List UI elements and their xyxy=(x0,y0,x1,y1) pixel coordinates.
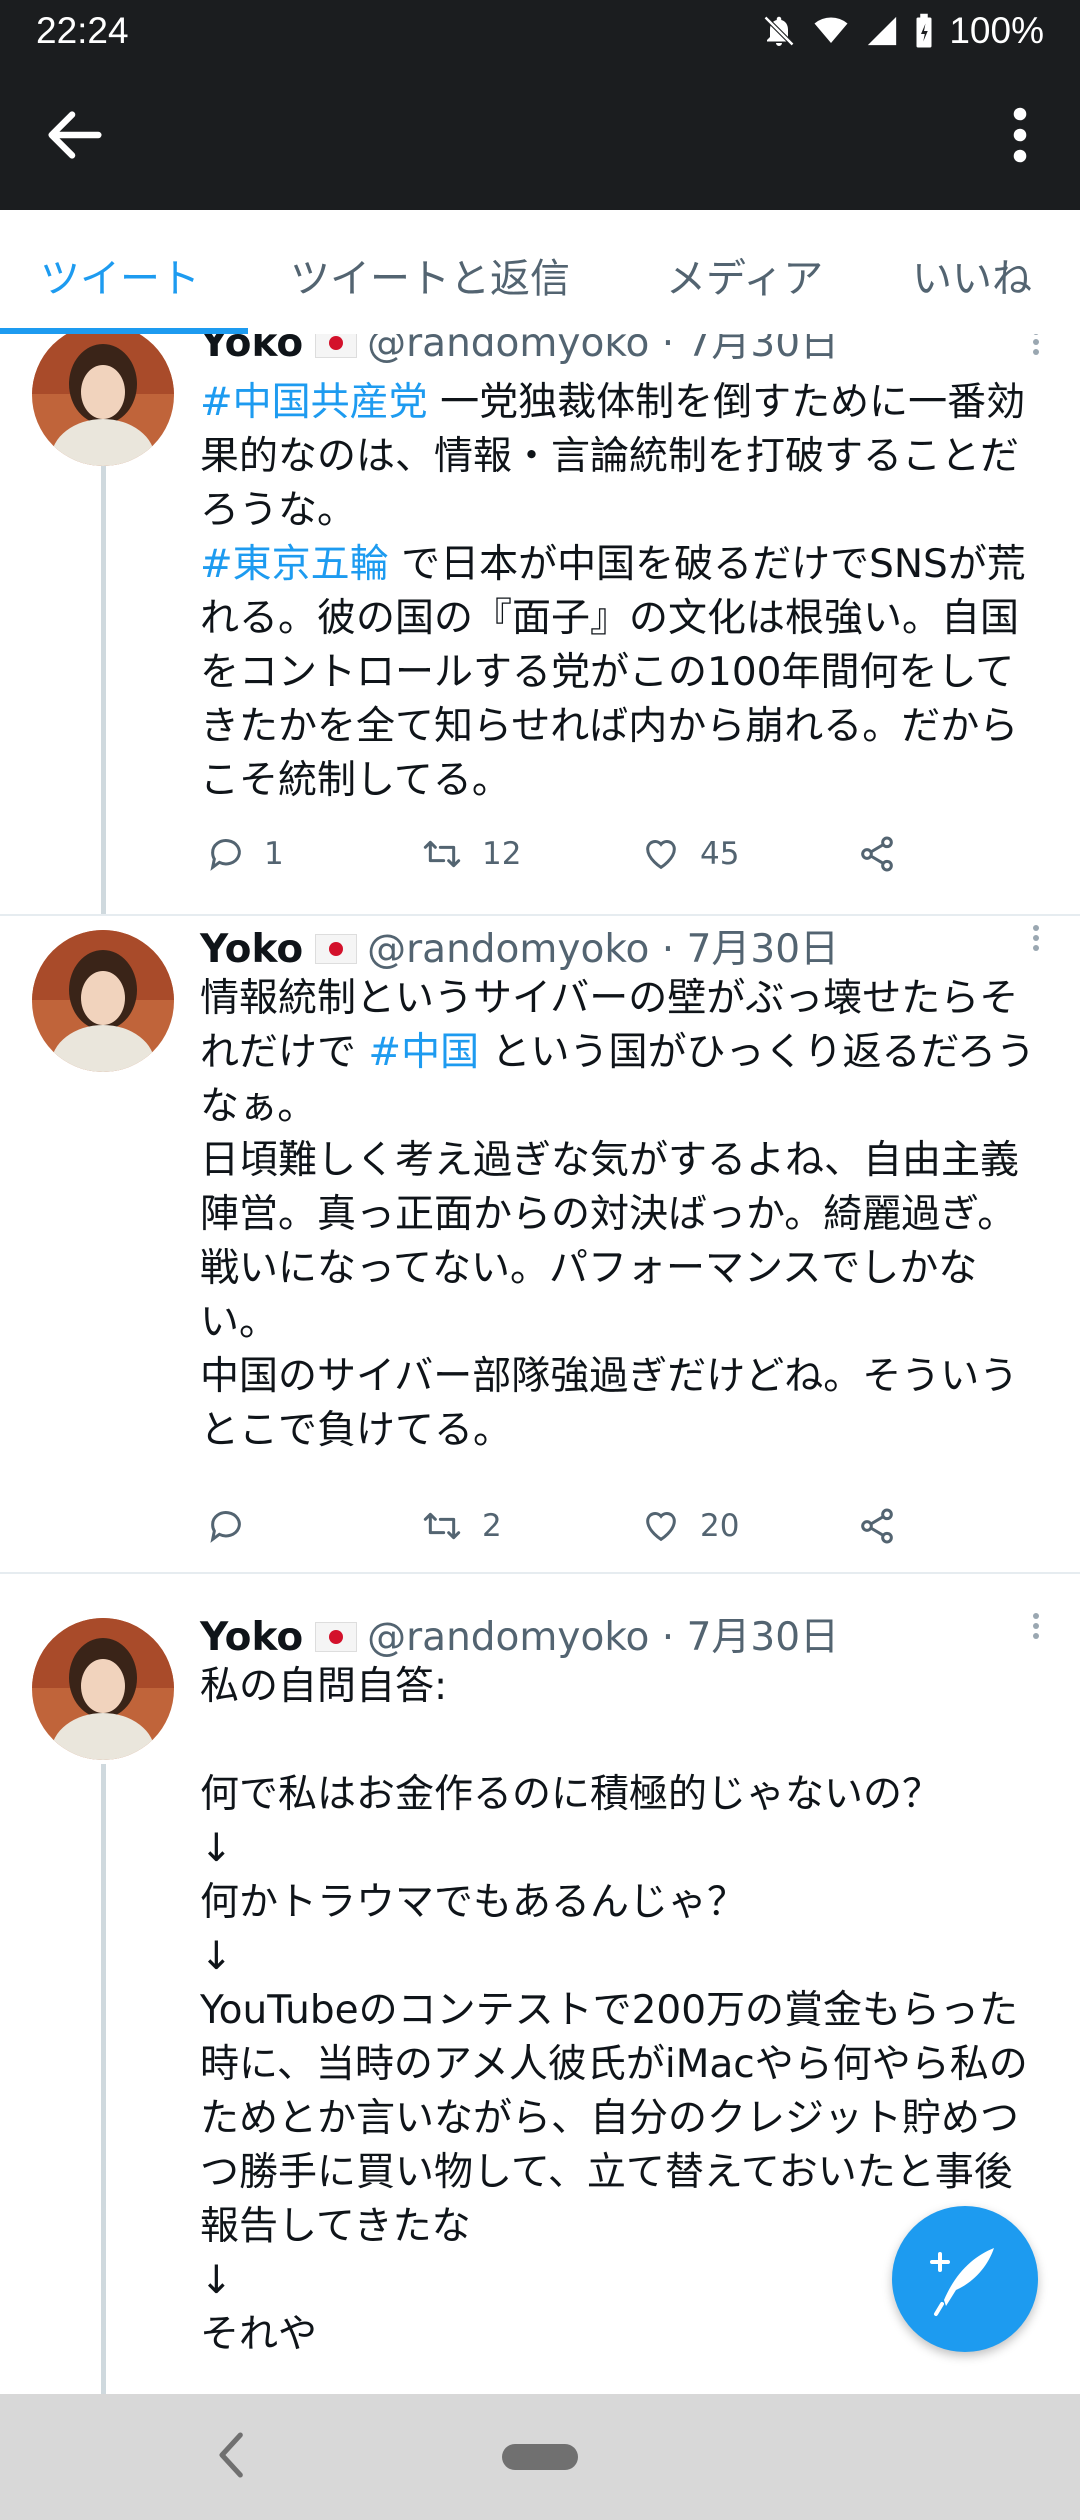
divider xyxy=(0,914,1080,916)
avatar[interactable] xyxy=(32,334,174,466)
reply-button[interactable] xyxy=(206,1506,264,1546)
thread-line xyxy=(101,1764,106,2394)
divider xyxy=(0,1572,1080,1574)
tab-tweets[interactable]: ツイート xyxy=(40,246,200,304)
tweet-header: Yoko @randomyoko · 7月30日 xyxy=(200,918,839,972)
heart-icon xyxy=(646,840,676,870)
battery-icon xyxy=(916,13,932,48)
compose-button[interactable] xyxy=(892,2206,1038,2352)
reply-icon xyxy=(210,1511,241,1543)
retweet-icon xyxy=(423,840,461,868)
like-count: 45 xyxy=(700,836,740,872)
more-vertical-icon[interactable] xyxy=(1026,922,1046,962)
share-icon xyxy=(861,1508,893,1544)
tweet-text-segment: という国がひっくり返るだろうなぁ。 日頃難しく考え過ぎな気がするよね、自由主義陣… xyxy=(200,1030,1036,1453)
tweet[interactable]: Yoko @randomyoko · 7月30日 情報統制というサイバーの壁がぶっ… xyxy=(0,914,1080,1574)
tab-likes[interactable]: いいね xyxy=(912,246,1032,304)
tweet[interactable]: Yoko @randomyoko · 7月30日 #中国共産党 一党独裁体制を倒す… xyxy=(0,334,1080,914)
hashtag-link[interactable]: #東京五輪 xyxy=(200,542,389,587)
tweet-text: #中国共産党 一党独裁体制を倒すために一番効果的なのは、情報・言論統制を打破する… xyxy=(200,376,1050,808)
share-icon xyxy=(861,836,893,872)
more-vertical-icon[interactable] xyxy=(1026,1610,1046,1650)
display-name[interactable]: Yoko xyxy=(200,334,303,366)
cell-signal-icon xyxy=(868,16,897,46)
profile-tabs: ツイート ツイートと返信 メディア いいね xyxy=(0,210,1080,334)
tweet-header: Yoko @randomyoko · 7月30日 xyxy=(200,1606,839,1660)
thread-line xyxy=(101,466,106,914)
display-name[interactable]: Yoko xyxy=(200,1615,303,1660)
app-bar: 22:24 100% xyxy=(0,0,1080,210)
like-button[interactable]: 20 xyxy=(640,1506,739,1546)
wifi-icon xyxy=(814,17,848,43)
nav-home-pill[interactable] xyxy=(502,2444,578,2470)
reply-count: 1 xyxy=(264,836,284,872)
retweet-icon xyxy=(423,1512,461,1540)
reply-icon xyxy=(210,839,241,871)
japan-flag-icon xyxy=(315,334,358,358)
compose-feather-icon xyxy=(930,2248,994,2316)
like-count: 20 xyxy=(700,1508,740,1544)
tweet-actions: 1 12 45 xyxy=(200,834,920,884)
tab-media[interactable]: メディア xyxy=(666,246,823,304)
arrow-left-icon[interactable] xyxy=(40,100,110,170)
hashtag-link[interactable]: #中国 xyxy=(368,1030,479,1075)
handle-and-date: @randomyoko · 7月30日 xyxy=(367,1615,840,1660)
like-button[interactable]: 45 xyxy=(640,834,739,874)
nav-back-icon[interactable] xyxy=(212,2430,252,2480)
retweet-button[interactable]: 2 xyxy=(420,1506,502,1546)
more-vertical-icon[interactable] xyxy=(990,100,1050,170)
tweet-actions: 2 20 xyxy=(200,1506,920,1556)
japan-flag-icon xyxy=(315,1621,358,1652)
heart-icon xyxy=(646,1512,676,1542)
status-time: 22:24 xyxy=(36,10,129,51)
reply-button[interactable]: 1 xyxy=(206,834,284,874)
tab-tweets-and-replies[interactable]: ツイートと返信 xyxy=(290,246,570,304)
notifications-off-icon xyxy=(764,15,795,47)
retweet-button[interactable]: 12 xyxy=(420,834,521,874)
battery-percent: 100% xyxy=(949,10,1044,51)
display-name[interactable]: Yoko xyxy=(200,927,303,972)
avatar[interactable] xyxy=(32,1618,174,1760)
retweet-count: 12 xyxy=(482,836,522,872)
system-nav-bar xyxy=(0,2394,1080,2520)
avatar[interactable] xyxy=(32,930,174,1072)
tweet-feed[interactable]: Yoko @randomyoko · 7月30日 #中国共産党 一党独裁体制を倒す… xyxy=(0,334,1080,2394)
tweet-header: Yoko @randomyoko · 7月30日 xyxy=(200,334,839,366)
tweet-text: 情報統制というサイバーの壁がぶっ壊せたらそれだけで #中国 という国がひっくり返… xyxy=(200,972,1050,1458)
more-vertical-icon[interactable] xyxy=(1026,334,1046,366)
retweet-count: 2 xyxy=(482,1508,502,1544)
handle-and-date: @randomyoko · 7月30日 xyxy=(367,334,840,366)
handle-and-date: @randomyoko · 7月30日 xyxy=(367,927,840,972)
share-button[interactable] xyxy=(856,1506,898,1546)
japan-flag-icon xyxy=(315,933,358,964)
share-button[interactable] xyxy=(856,834,898,874)
status-icons: 100% xyxy=(761,10,1044,52)
hashtag-link[interactable]: #中国共産党 xyxy=(200,380,428,425)
